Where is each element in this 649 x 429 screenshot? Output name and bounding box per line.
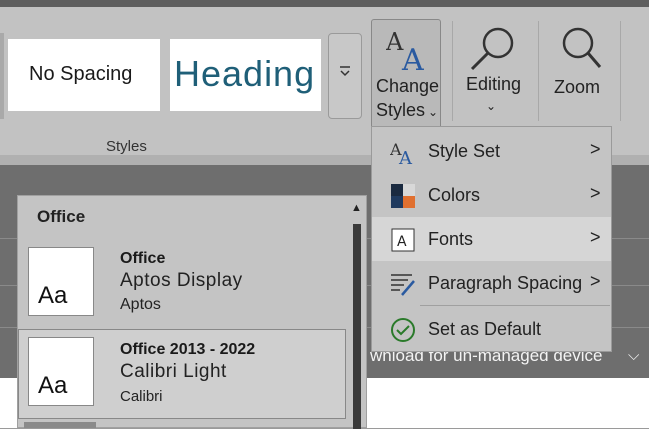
scrollbar-track[interactable] <box>353 224 361 429</box>
font-theme-body-font: Calibri <box>120 388 163 405</box>
paragraph-spacing-icon <box>391 274 415 296</box>
svg-text:A: A <box>397 234 407 250</box>
style-heading-label: Heading <box>174 53 316 94</box>
change-styles-label-2: Styles ⌄ <box>376 100 439 120</box>
style-no-spacing-label: No Spacing <box>29 63 133 85</box>
chevron-right-icon: > <box>590 227 601 247</box>
ribbon-separator <box>620 21 621 121</box>
menu-item-label: Colors <box>428 185 481 205</box>
menu-item-label: Set as Default <box>428 319 542 339</box>
font-theme-office[interactable]: Aa Office Aptos Display Aptos <box>18 242 346 332</box>
gallery-header: Office <box>37 207 86 226</box>
menu-separator <box>420 305 610 306</box>
ribbon-separator <box>538 21 539 121</box>
menu-item-colors[interactable]: Colors > <box>372 173 611 217</box>
chevron-down-icon: ⌄ <box>486 99 497 113</box>
font-theme-name: Office <box>120 250 166 267</box>
font-theme-name: Office 2013 - 2022 <box>120 341 256 358</box>
menu-item-style-set[interactable]: A A Style Set > <box>372 129 611 173</box>
menu-item-label: Paragraph Spacing <box>428 273 583 293</box>
menu-item-paragraph-spacing[interactable]: Paragraph Spacing > <box>372 261 611 305</box>
menu-item-fonts[interactable]: A Fonts > <box>372 217 611 261</box>
font-theme-office-2013-2022[interactable]: Aa Office 2013 - 2022 Calibri Light Cali… <box>18 329 346 419</box>
ribbon-separator <box>452 21 453 121</box>
svg-text:A: A <box>398 148 413 165</box>
styles-more-button[interactable] <box>328 33 362 119</box>
change-styles-icon: A A <box>386 28 424 74</box>
editing-button[interactable]: Editing ⌄ <box>458 19 530 131</box>
font-theme-heading-font: Calibri Light <box>120 361 227 382</box>
style-set-icon: A A <box>390 140 413 165</box>
theme-fonts-gallery: Office Aa Office Aptos Display Aptos Aa … <box>17 195 367 429</box>
style-heading[interactable]: Heading <box>170 39 321 111</box>
chevron-down-icon[interactable]: ⌵ <box>628 343 639 369</box>
colors-icon <box>391 184 415 208</box>
chevron-right-icon: > <box>590 183 601 203</box>
zoom-button[interactable]: Zoom <box>550 19 612 131</box>
magnifier-icon <box>562 27 602 68</box>
gallery-edge <box>0 33 4 119</box>
font-theme-heading-font: Aptos Display <box>120 270 243 291</box>
gallery-scrollbar[interactable]: ▲ <box>351 202 363 429</box>
scroll-up-arrow-icon[interactable]: ▲ <box>351 202 362 214</box>
magnifier-icon <box>470 27 514 71</box>
chevron-down-icon: ⌄ <box>428 105 439 119</box>
font-preview-thumbnail: Aa <box>28 247 94 316</box>
menu-item-label: Fonts <box>428 229 474 249</box>
chevron-right-icon: > <box>590 139 601 159</box>
styles-group-label: Styles <box>106 138 147 155</box>
editing-label: Editing <box>466 74 522 94</box>
zoom-label: Zoom <box>554 77 601 97</box>
gallery-more-icon <box>340 66 350 77</box>
style-no-spacing[interactable]: No Spacing <box>8 39 160 111</box>
next-font-thumbnail-partial <box>24 422 96 428</box>
change-styles-menu: A A Style Set > Colors > A Fonts > Parag… <box>371 126 612 352</box>
menu-item-set-as-default[interactable]: Set as Default <box>372 307 611 351</box>
change-styles-button[interactable]: A A Change Styles ⌄ <box>371 19 441 131</box>
svg-text:A: A <box>401 43 424 74</box>
chevron-right-icon: > <box>590 271 601 291</box>
fonts-icon: A <box>391 228 415 252</box>
font-preview-thumbnail: Aa <box>28 337 94 406</box>
checkmark-circle-icon <box>391 318 415 342</box>
change-styles-label-1: Change <box>376 76 440 96</box>
font-theme-body-font: Aptos <box>120 296 161 313</box>
title-bar <box>0 0 649 7</box>
menu-item-label: Style Set <box>428 141 501 161</box>
